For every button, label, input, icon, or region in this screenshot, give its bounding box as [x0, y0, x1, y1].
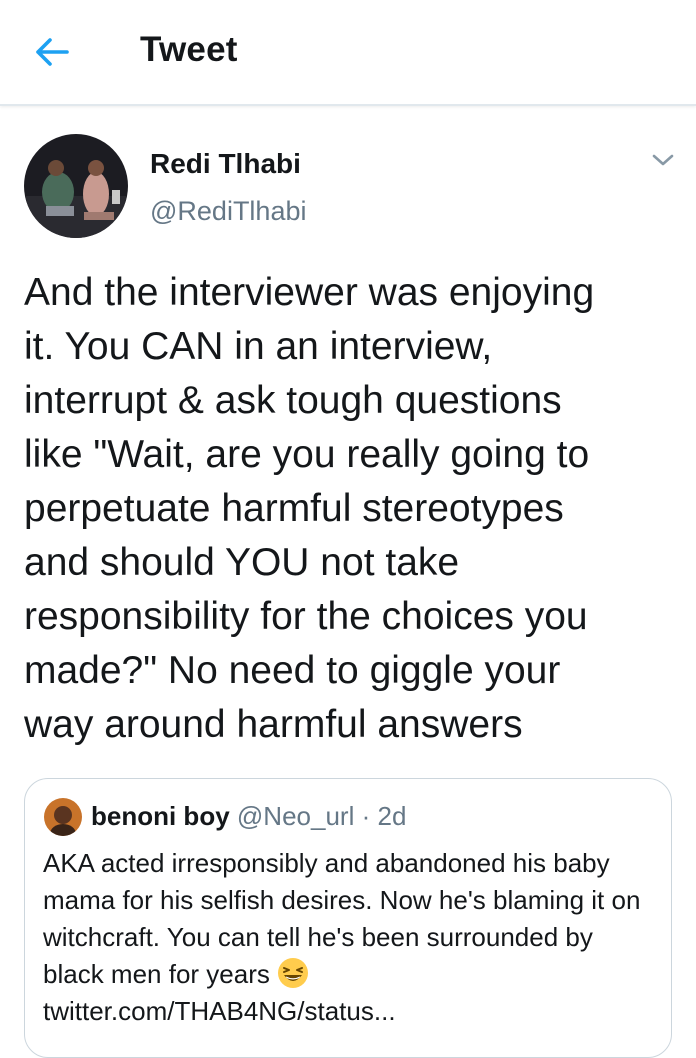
tweet-text: And the interviewer was enjoying it. You… [24, 271, 595, 746]
quoted-text-block: AKA acted irresponsibly and abandoned hi… [43, 845, 659, 993]
grinning-squinting-face-emoji [277, 957, 309, 989]
quoted-avatar [44, 798, 82, 836]
quoted-link[interactable]: twitter.com/THAB4NG/status... [43, 993, 396, 1030]
page-title: Tweet [140, 30, 238, 69]
quoted-author-name: benoni boy [91, 801, 230, 831]
quoted-text: AKA acted irresponsibly and abandoned hi… [43, 848, 641, 989]
meta-separator: · [361, 801, 371, 831]
author-handle[interactable]: @RediTlhabi [150, 196, 306, 227]
author-name[interactable]: Redi Tlhabi [150, 148, 301, 180]
top-app-bar: Tweet [0, 0, 696, 106]
chevron-down-icon[interactable] [650, 150, 676, 170]
quoted-meta: benoni boy @Neo_url · 2d [91, 801, 406, 832]
avatar[interactable] [24, 134, 128, 238]
arrow-left-icon[interactable] [30, 32, 74, 72]
quoted-author-handle: @Neo_url [236, 801, 355, 831]
quoted-tweet-card[interactable]: benoni boy @Neo_url · 2d AKA acted irres… [24, 778, 672, 1058]
quoted-timestamp: 2d [377, 801, 407, 831]
